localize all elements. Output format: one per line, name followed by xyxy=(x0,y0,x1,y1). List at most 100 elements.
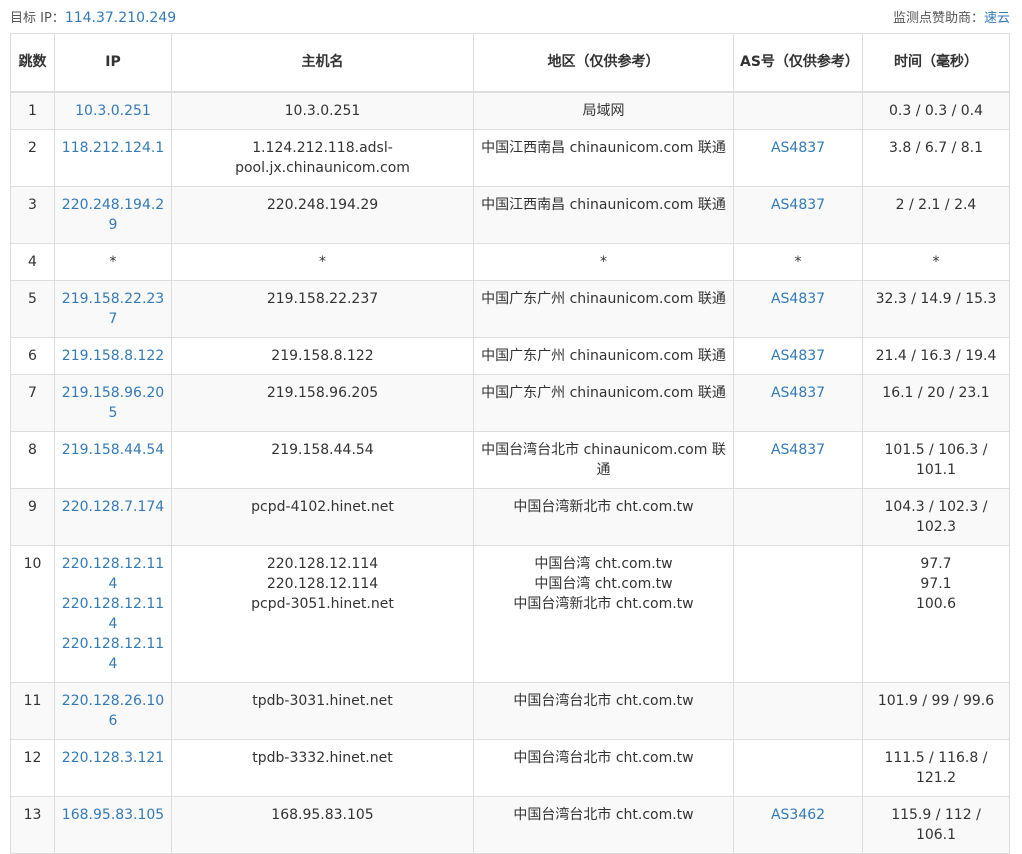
hostname-text: 168.95.83.105 xyxy=(271,807,374,823)
hop-cell: 7 xyxy=(10,374,55,432)
hostname-cell: 10.3.0.251 xyxy=(171,91,474,130)
col-header-hop: 跳数 xyxy=(10,33,55,93)
region-cell: 中国江西南昌 chinaunicom.com 联通 xyxy=(473,129,734,187)
hostname-text: 219.158.44.54 xyxy=(271,442,374,458)
asn-cell: AS4837 xyxy=(733,129,863,187)
table-row: 10 220.128.12.114 220.128.12.114 220.128.12… xyxy=(10,545,1010,683)
hostname-text: 220.128.12.114 xyxy=(266,576,379,592)
sponsor-caption: 监测点赞助商： xyxy=(892,11,984,26)
hostname-cell: 219.158.22.237 xyxy=(171,280,474,338)
asn-link[interactable]: AS4837 xyxy=(771,291,825,307)
ip-link[interactable]: 219.158.96.205 xyxy=(61,383,165,423)
time-text: 104.3 / 102.3 / 102.3 xyxy=(884,499,988,535)
region-text: 中国江西南昌 chinaunicom.com 联通 xyxy=(481,140,726,156)
target-ip-caption: 目标 IP： xyxy=(10,11,65,26)
time-cell: * xyxy=(862,243,1010,281)
time-text: 16.1 / 20 / 23.1 xyxy=(882,385,990,401)
ip-cell: 168.95.83.105 xyxy=(54,796,172,854)
time-text: 111.5 / 116.8 / 121.2 xyxy=(884,750,988,786)
region-text: 中国广东广州 chinaunicom.com 联通 xyxy=(481,385,726,401)
table-row: 2 118.212.124.1 1.124.212.118.adsl-pool.jx… xyxy=(10,129,1010,187)
hop-cell: 8 xyxy=(10,431,55,489)
asn-cell: AS4837 xyxy=(733,374,863,432)
table-row: 6 219.158.8.122 219.158.8.122 中国广东广州 chinau… xyxy=(10,337,1010,375)
ip-cell: 220.128.26.106 xyxy=(54,682,172,740)
hostname-text: pcpd-3051.hinet.net xyxy=(251,596,394,612)
region-text: 中国台湾台北市 chinaunicom.com 联通 xyxy=(481,442,726,478)
ip-link[interactable]: 118.212.124.1 xyxy=(61,138,165,158)
ip-cell: 219.158.44.54 xyxy=(54,431,172,489)
ip-link[interactable]: 219.158.22.237 xyxy=(61,289,165,329)
hostname-text: 1.124.212.118.adsl-pool.jx.chinaunicom.c… xyxy=(235,140,410,176)
region-cell: 中国台湾 cht.com.tw 中国台湾 cht.com.tw 中国台湾新北市 ch… xyxy=(473,545,734,683)
region-text: 中国广东广州 chinaunicom.com 联通 xyxy=(481,291,726,307)
ip-link[interactable]: 220.248.194.29 xyxy=(61,195,165,235)
hop-cell: 11 xyxy=(10,682,55,740)
hop-cell: 13 xyxy=(10,796,55,854)
asn-cell xyxy=(733,682,863,740)
time-text: 97.7 xyxy=(920,556,952,572)
sponsor-link[interactable]: 速云 xyxy=(984,11,1010,26)
col-header-time: 时间（毫秒） xyxy=(862,33,1010,93)
asn-cell: AS3462 xyxy=(733,796,863,854)
region-text: 局域网 xyxy=(582,103,625,119)
hop-cell: 6 xyxy=(10,337,55,375)
ip-link[interactable]: 219.158.44.54 xyxy=(61,440,165,460)
ip-link[interactable]: 219.158.8.122 xyxy=(61,346,165,366)
region-text: 中国台湾新北市 cht.com.tw xyxy=(513,596,694,612)
ip-link[interactable]: 168.95.83.105 xyxy=(61,805,165,825)
table-row: 12 220.128.3.121 tpdb-3332.hinet.net 中国台湾台北… xyxy=(10,739,1010,797)
asn-link[interactable]: AS4837 xyxy=(771,140,825,156)
traceroute-table: 跳数 IP 主机名 地区（仅供参考） AS号（仅供参考） 时间（毫秒） 1 1 0.… xyxy=(10,33,1010,854)
hostname-cell: 220.248.194.29 xyxy=(171,186,474,244)
region-text: 中国江西南昌 chinaunicom.com 联通 xyxy=(481,197,726,213)
time-cell: 21.4 / 16.3 / 19.4 xyxy=(862,337,1010,375)
time-cell: 104.3 / 102.3 / 102.3 xyxy=(862,488,1010,546)
hop-cell: 4 xyxy=(10,243,55,281)
asn-cell: AS4837 xyxy=(733,280,863,338)
ip-link[interactable]: 220.128.3.121 xyxy=(61,748,165,768)
time-cell: 0.3 / 0.3 / 0.4 xyxy=(862,91,1010,130)
ip-link[interactable]: 220.128.12.114 xyxy=(61,554,165,594)
table-header-row: 跳数 IP 主机名 地区（仅供参考） AS号（仅供参考） 时间（毫秒） xyxy=(10,33,1010,93)
table-row: 4 * * * * * xyxy=(10,243,1010,281)
table-row: 3 220.248.194.29 220.248.194.29 中国江西南昌 chin… xyxy=(10,186,1010,244)
region-cell: 局域网 xyxy=(473,91,734,130)
region-text: 中国广东广州 chinaunicom.com 联通 xyxy=(481,348,726,364)
table-row: 7 219.158.96.205 219.158.96.205 中国广东广州 chin… xyxy=(10,374,1010,432)
table-row: 9 220.128.7.174 pcpd-4102.hinet.net 中国台湾新北市… xyxy=(10,488,1010,546)
asn-link[interactable]: AS4837 xyxy=(771,442,825,458)
ip-cell: 220.128.3.121 xyxy=(54,739,172,797)
time-text: 32.3 / 14.9 / 15.3 xyxy=(875,291,997,307)
ip-link[interactable]: 220.128.12.114 xyxy=(61,594,165,634)
table-row: 5 219.158.22.237 219.158.22.237 中国广东广州 chin… xyxy=(10,280,1010,338)
asn-link[interactable]: AS4837 xyxy=(771,348,825,364)
ip-link[interactable]: 220.128.7.174 xyxy=(61,497,165,517)
ip-link[interactable]: 220.128.26.106 xyxy=(61,691,165,731)
hostname-text: 219.158.96.205 xyxy=(266,385,379,401)
time-cell: 97.7 97.1 100.6 xyxy=(862,545,1010,683)
hostname-text: 10.3.0.251 xyxy=(284,103,361,119)
target-ip-label: 目标 IP：114.37.210.249 xyxy=(10,7,176,26)
asn-link[interactable]: AS4837 xyxy=(771,197,825,213)
hop-cell: 5 xyxy=(10,280,55,338)
region-text: 中国台湾台北市 cht.com.tw xyxy=(513,807,694,823)
hop-cell: 9 xyxy=(10,488,55,546)
hostname-text: 219.158.8.122 xyxy=(271,348,374,364)
region-cell: 中国台湾台北市 cht.com.tw xyxy=(473,682,734,740)
time-text: 101.5 / 106.3 / 101.1 xyxy=(884,442,988,478)
ip-link[interactable]: 220.128.12.114 xyxy=(61,634,165,674)
asn-link[interactable]: AS4837 xyxy=(771,385,825,401)
hostname-cell: * xyxy=(171,243,474,281)
hostname-text: pcpd-4102.hinet.net xyxy=(251,499,394,515)
asn-link[interactable]: AS3462 xyxy=(771,807,825,823)
hostname-cell: 168.95.83.105 xyxy=(171,796,474,854)
ip-cell: 220.128.7.174 xyxy=(54,488,172,546)
asn-cell xyxy=(733,739,863,797)
time-cell: 101.9 / 99 / 99.6 xyxy=(862,682,1010,740)
ip-link[interactable]: 10.3.0.251 xyxy=(61,101,165,121)
region-cell: 中国台湾新北市 cht.com.tw xyxy=(473,488,734,546)
time-text: 21.4 / 16.3 / 19.4 xyxy=(875,348,997,364)
hop-cell: 12 xyxy=(10,739,55,797)
table-row: 8 219.158.44.54 219.158.44.54 中国台湾台北市 china… xyxy=(10,431,1010,489)
